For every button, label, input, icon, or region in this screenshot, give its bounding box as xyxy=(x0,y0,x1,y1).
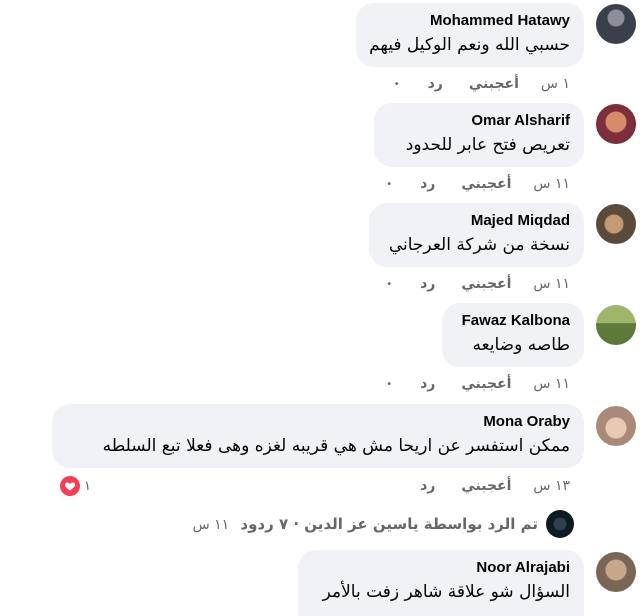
comment-text: تعريص فتح عابر للحدود xyxy=(405,135,570,155)
like-button[interactable]: أعجبني xyxy=(461,176,511,192)
reply-button[interactable]: رد xyxy=(420,276,435,292)
reply-button[interactable]: رد xyxy=(420,478,435,494)
avatar[interactable] xyxy=(596,552,636,592)
reply-button[interactable]: رد xyxy=(420,376,435,392)
comment-actions: ١ س أعجبني رد • xyxy=(394,76,570,92)
more-dot[interactable]: • xyxy=(386,379,392,390)
reaction-count: ١ xyxy=(84,478,91,494)
commenter-name[interactable]: Mona Oraby xyxy=(66,412,570,431)
more-dot[interactable]: • xyxy=(394,79,400,90)
timestamp[interactable]: ١٣ س xyxy=(533,478,570,494)
avatar[interactable] xyxy=(596,406,636,446)
commenter-name[interactable]: Noor Alrajabi xyxy=(312,558,570,577)
comment-bubble: Mona Oraby ممكن استفسر عن اريحا مش هي قر… xyxy=(52,404,584,468)
reply-button[interactable]: رد xyxy=(420,176,435,192)
timestamp[interactable]: ١١ س xyxy=(533,276,570,292)
comment-actions: ١١ س أعجبني رد • xyxy=(386,376,570,392)
comment-text: السؤال شو علاقة شاهر زفت بالأمر xyxy=(322,582,570,602)
comment-bubble: Fawaz Kalbona طاصه وضايعه xyxy=(442,303,584,367)
comment-actions: ١٣ س أعجبني رد xyxy=(392,478,570,494)
comment-actions: ١١ س أعجبني رد • xyxy=(386,276,570,292)
avatar[interactable] xyxy=(596,4,636,44)
comment-text: نسخة من شركة العرجاني xyxy=(388,235,570,255)
reaction-summary[interactable]: ١ xyxy=(60,476,91,496)
more-dot[interactable]: • xyxy=(386,179,392,190)
timestamp[interactable]: ١ س xyxy=(541,76,570,92)
avatar[interactable] xyxy=(596,104,636,144)
heart-icon xyxy=(60,476,80,496)
commenter-name[interactable]: Majed Miqdad xyxy=(383,211,570,230)
comment-bubble: Noor Alrajabi السؤال شو علاقة شاهر زفت ب… xyxy=(298,550,584,616)
replies-time: ١١ س xyxy=(192,517,230,533)
avatar[interactable] xyxy=(596,305,636,345)
replier-avatar xyxy=(546,510,574,538)
more-dot[interactable]: • xyxy=(386,279,392,290)
comment-text: طاصه وضايعه xyxy=(472,335,570,355)
reply-button[interactable]: رد xyxy=(428,76,443,92)
timestamp[interactable]: ١١ س xyxy=(533,176,570,192)
replies-label: تم الرد بواسطة ياسين عز الدين · ٧ ردود xyxy=(240,515,538,533)
commenter-name[interactable]: Mohammed Hatawy xyxy=(370,11,570,30)
like-button[interactable]: أعجبني xyxy=(461,276,511,292)
view-replies-link[interactable]: تم الرد بواسطة ياسين عز الدين · ٧ ردود ١… xyxy=(193,515,538,533)
comment-actions: ١١ س أعجبني رد • xyxy=(386,176,570,192)
comment-bubble: Mohammed Hatawy حسبي الله ونعم الوكيل في… xyxy=(356,3,584,67)
commenter-name[interactable]: Omar Alsharif xyxy=(388,111,570,130)
avatar[interactable] xyxy=(596,204,636,244)
comment-bubble: Majed Miqdad نسخة من شركة العرجاني xyxy=(369,203,584,267)
like-button[interactable]: أعجبني xyxy=(461,478,511,494)
like-button[interactable]: أعجبني xyxy=(461,376,511,392)
comment-bubble: Omar Alsharif تعريص فتح عابر للحدود xyxy=(374,103,584,167)
commenter-name[interactable]: Fawaz Kalbona xyxy=(456,311,570,330)
like-button[interactable]: أعجبني xyxy=(469,76,519,92)
timestamp[interactable]: ١١ س xyxy=(533,376,570,392)
comment-text: حسبي الله ونعم الوكيل فيهم xyxy=(369,35,570,55)
comment-text: ممكن استفسر عن اريحا مش هي قريبه لغزه وه… xyxy=(102,436,570,456)
